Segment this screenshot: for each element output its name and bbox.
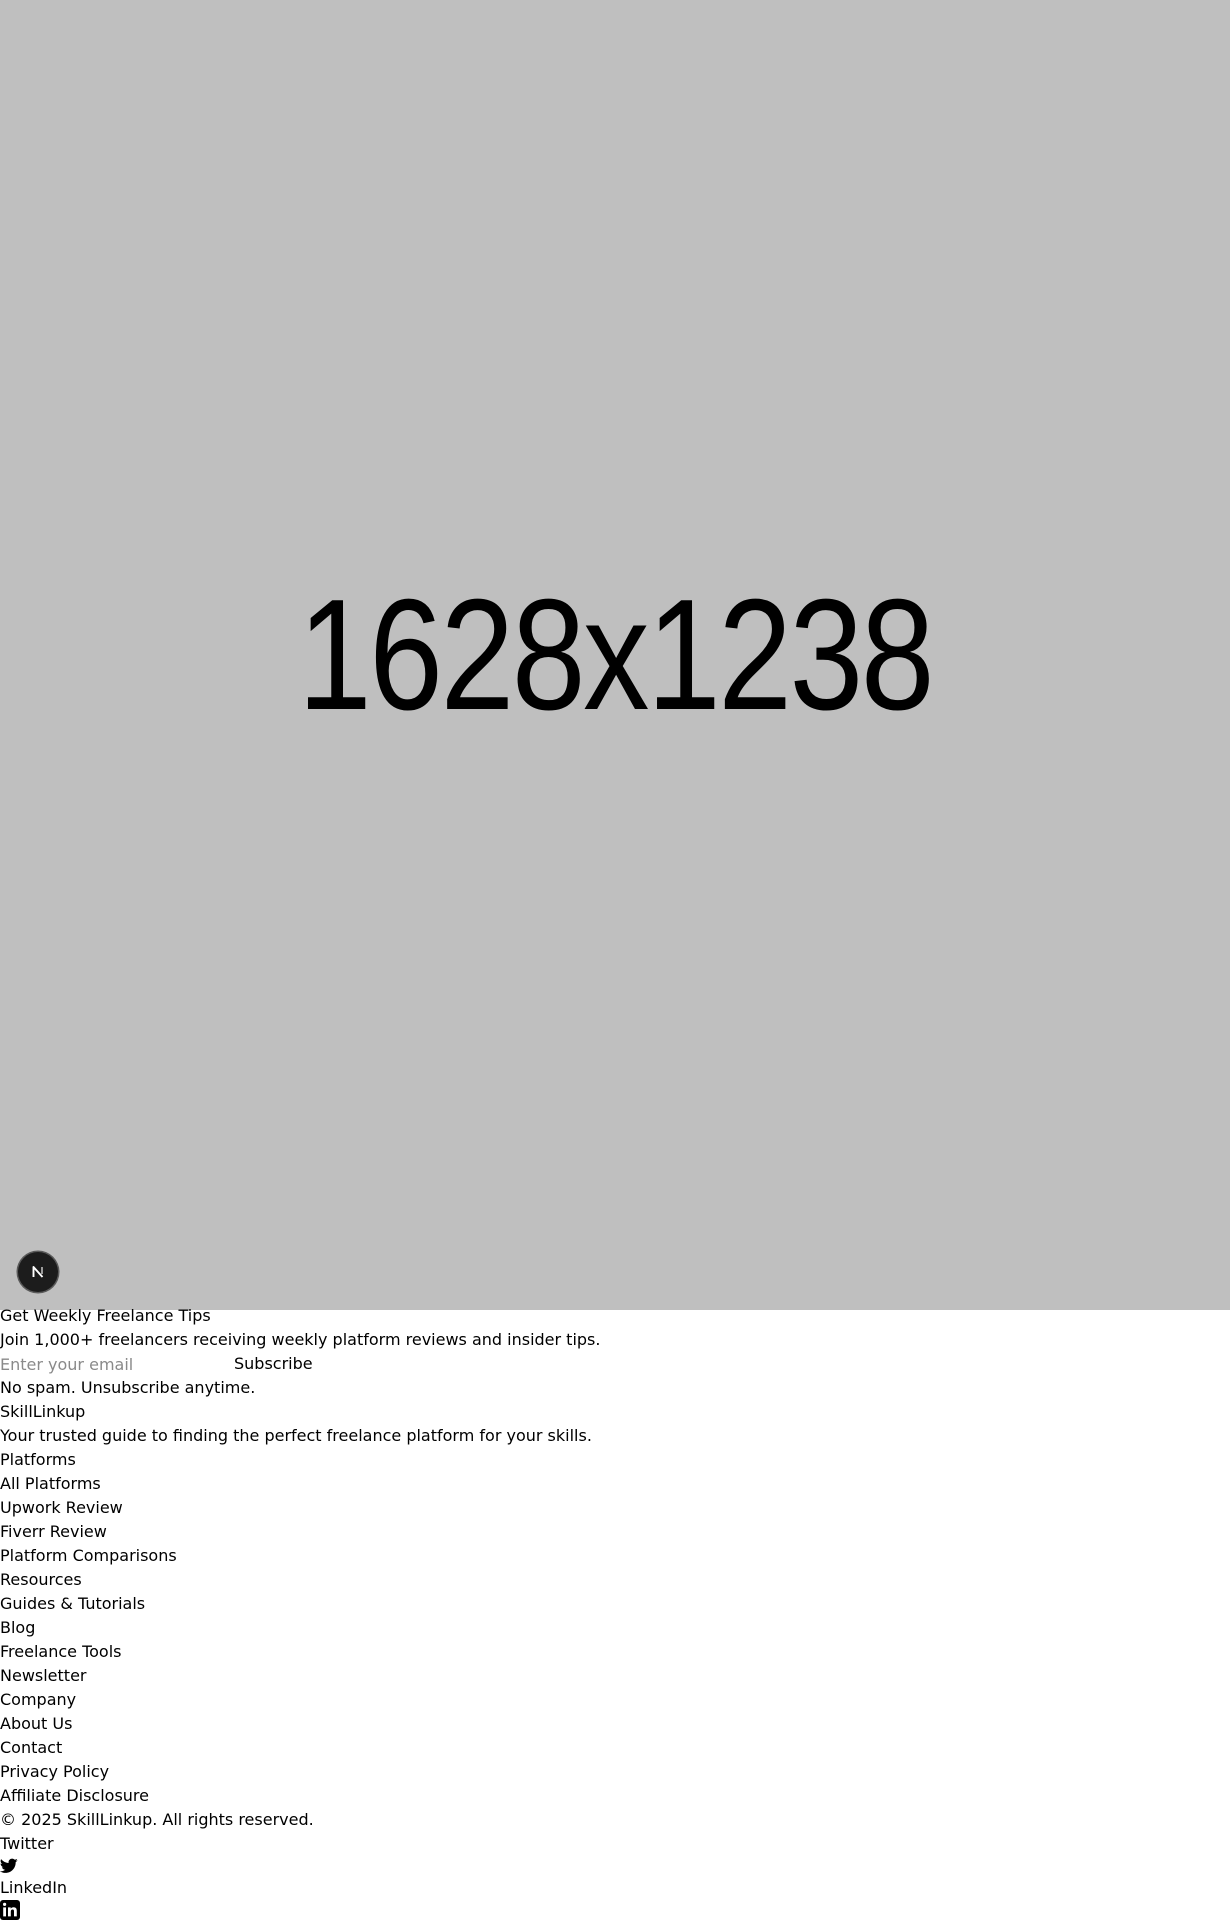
footer-link-fiverr-review[interactable]: Fiverr Review xyxy=(0,1520,1230,1544)
site-footer: Get Weekly Freelance Tips Join 1,000+ fr… xyxy=(0,1304,1230,1920)
social-link-twitter[interactable]: Twitter xyxy=(0,1832,1230,1876)
footer-link-newsletter[interactable]: Newsletter xyxy=(0,1664,1230,1688)
footer-section-resources: Resources Guides & Tutorials Blog Freela… xyxy=(0,1568,1230,1688)
footer-link-privacy-policy[interactable]: Privacy Policy xyxy=(0,1760,1230,1784)
brand-name[interactable]: SkillLinkup xyxy=(0,1400,1230,1424)
nextjs-logo-icon xyxy=(32,1266,44,1278)
social-link-linkedin[interactable]: LinkedIn xyxy=(0,1876,1230,1920)
brand-tagline: Your trusted guide to finding the perfec… xyxy=(0,1426,592,1445)
footer-link-about-us[interactable]: About Us xyxy=(0,1712,1230,1736)
nextjs-dev-indicator-button[interactable] xyxy=(18,1252,58,1292)
footer-link-blog[interactable]: Blog xyxy=(0,1616,1230,1640)
newsletter-form: Subscribe xyxy=(0,1352,1230,1376)
footer-link-affiliate-disclosure[interactable]: Affiliate Disclosure xyxy=(0,1784,1230,1808)
hero-placeholder-text: 1628x1238 xyxy=(297,567,935,743)
footer-link-upwork-review[interactable]: Upwork Review xyxy=(0,1496,1230,1520)
newsletter-description: Join 1,000+ freelancers receiving weekly… xyxy=(0,1330,601,1349)
footer-section-company: Company About Us Contact Privacy Policy … xyxy=(0,1688,1230,1808)
newsletter-disclaimer: No spam. Unsubscribe anytime. xyxy=(0,1378,256,1397)
footer-heading-resources: Resources xyxy=(0,1570,82,1589)
footer-heading-company: Company xyxy=(0,1690,77,1709)
copyright-text: © 2025 SkillLinkup. All rights reserved. xyxy=(0,1810,314,1829)
footer-link-contact[interactable]: Contact xyxy=(0,1736,1230,1760)
email-input[interactable] xyxy=(0,1352,234,1376)
hero-image-placeholder: 1628x1238 xyxy=(0,0,1230,1310)
subscribe-button[interactable]: Subscribe xyxy=(234,1352,313,1376)
newsletter-title: Get Weekly Freelance Tips xyxy=(0,1306,211,1325)
linkedin-icon xyxy=(0,1900,20,1920)
footer-heading-platforms: Platforms xyxy=(0,1450,76,1469)
footer-section-platforms: Platforms All Platforms Upwork Review Fi… xyxy=(0,1448,1230,1568)
twitter-icon xyxy=(0,1858,18,1873)
footer-link-freelance-tools[interactable]: Freelance Tools xyxy=(0,1640,1230,1664)
social-label-linkedin: LinkedIn xyxy=(0,1878,68,1897)
footer-link-guides-tutorials[interactable]: Guides & Tutorials xyxy=(0,1592,1230,1616)
footer-link-platform-comparisons[interactable]: Platform Comparisons xyxy=(0,1544,1230,1568)
social-label-twitter: Twitter xyxy=(0,1834,54,1853)
footer-link-all-platforms[interactable]: All Platforms xyxy=(0,1472,1230,1496)
